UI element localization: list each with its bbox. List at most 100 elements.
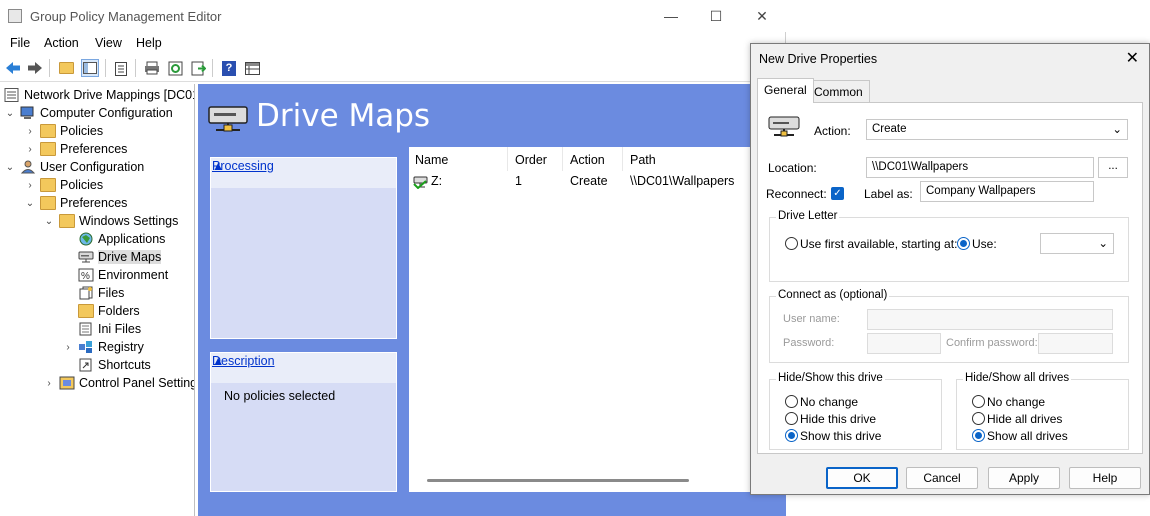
browse-button[interactable]: ... (1098, 157, 1128, 178)
tree-item-user-configuration[interactable]: ⌄ User Configuration (4, 158, 144, 176)
hide-show-this-title: Hide/Show this drive (776, 372, 885, 384)
user-icon (20, 160, 36, 174)
control-panel-icon (59, 376, 75, 390)
toolbar: ? (0, 54, 786, 82)
menu-view[interactable]: View (95, 36, 122, 50)
folder-icon (40, 124, 56, 138)
collapse-icon[interactable]: ▲ (212, 354, 393, 368)
menu-bar: File Action View Help (0, 32, 786, 54)
chevron-right-icon[interactable]: › (62, 342, 74, 353)
user-name-input[interactable] (867, 309, 1113, 330)
tree-root[interactable]: Network Drive Mappings [DC01 (4, 86, 194, 104)
tree-item-files[interactable]: Files (78, 284, 124, 302)
help-button[interactable]: Help (1069, 467, 1141, 489)
tree-item-shortcuts[interactable]: Shortcuts (78, 356, 151, 374)
tree-item-folders[interactable]: Folders (78, 302, 140, 320)
location-input[interactable]: \\DC01\Wallpapers (866, 157, 1094, 178)
label-as-input[interactable]: Company Wallpapers (920, 181, 1094, 202)
tree-item-control-panel-settings[interactable]: › Control Panel Setting (43, 374, 194, 392)
collapse-icon[interactable]: ▲ (212, 159, 393, 173)
minimize-button[interactable]: — (648, 0, 694, 32)
tree-item-user-policies[interactable]: › Policies (24, 176, 103, 194)
cell-order: 1 (515, 174, 522, 188)
tree-item-drive-maps[interactable]: Drive Maps (78, 248, 162, 266)
navigation-tree: Network Drive Mappings [DC01 ⌄ Computer … (0, 84, 195, 516)
menu-action[interactable]: Action (44, 36, 79, 50)
menu-help[interactable]: Help (136, 36, 162, 50)
column-header-name[interactable]: Name (415, 153, 448, 167)
cancel-button[interactable]: Cancel (906, 467, 978, 489)
hide-show-this-drive-group: Hide/Show this drive No change Hide this… (769, 372, 942, 450)
hide-all-drives-label: Hide all drives (987, 412, 1063, 426)
use-radio[interactable] (957, 237, 970, 250)
chevron-right-icon[interactable]: › (24, 144, 36, 155)
help-icon[interactable]: ? (220, 59, 238, 77)
location-label: Location: (768, 161, 817, 175)
tab-common[interactable]: Common (807, 80, 870, 102)
tree-item-computer-policies[interactable]: › Policies (24, 122, 103, 140)
tree-item-computer-configuration[interactable]: ⌄ Computer Configuration (4, 104, 173, 122)
up-folder-icon[interactable] (57, 59, 75, 77)
hide-this-drive-radio[interactable] (785, 412, 798, 425)
tree-item-windows-settings[interactable]: ⌄ Windows Settings (43, 212, 178, 230)
drive-letter-title: Drive Letter (776, 210, 840, 222)
view-icon[interactable] (243, 59, 261, 77)
tree-item-ini-files[interactable]: Ini Files (78, 320, 141, 338)
column-header-path[interactable]: Path (630, 153, 656, 167)
column-header-order[interactable]: Order (515, 153, 547, 167)
tree-item-computer-preferences[interactable]: › Preferences (24, 140, 127, 158)
action-label: Action: (814, 124, 851, 138)
drive-icon (78, 251, 94, 263)
refresh-icon[interactable] (166, 59, 184, 77)
show-hide-tree-icon[interactable] (81, 59, 99, 77)
hide-show-all-drives-group: Hide/Show all drives No change Hide all … (956, 372, 1129, 450)
drive-list: Name Order Action Path Z: 1 Create \\DC0… (409, 147, 755, 492)
dialog-close-icon[interactable]: ✕ (1126, 48, 1139, 68)
hide-all-drives-radio[interactable] (972, 412, 985, 425)
tab-general[interactable]: General (757, 78, 814, 103)
table-row[interactable]: Z: 1 Create \\DC01\Wallpapers (409, 172, 755, 192)
tree-item-registry[interactable]: › Registry (62, 338, 144, 356)
password-input[interactable] (867, 333, 941, 354)
close-button[interactable]: ✕ (739, 0, 785, 32)
use-label: Use: (972, 237, 997, 251)
password-label: Password: (783, 337, 835, 349)
chevron-down-icon[interactable]: ⌄ (24, 198, 36, 209)
files-icon (79, 286, 93, 300)
chevron-down-icon[interactable]: ⌄ (4, 108, 16, 119)
folder-icon (78, 304, 94, 318)
column-header-action[interactable]: Action (570, 153, 605, 167)
menu-file[interactable]: File (10, 36, 30, 50)
window-title: Group Policy Management Editor (30, 9, 222, 24)
confirm-password-input[interactable] (1038, 333, 1113, 354)
show-all-drives-radio[interactable] (972, 429, 985, 442)
chevron-down-icon[interactable]: ⌄ (4, 162, 16, 173)
chevron-right-icon[interactable]: › (24, 126, 36, 137)
hide-this-drive-label: Hide this drive (800, 412, 877, 426)
action-select[interactable]: Create ⌄ (866, 119, 1128, 140)
back-arrow-icon[interactable] (4, 59, 22, 77)
reconnect-checkbox[interactable]: ✓ (831, 187, 844, 200)
folder-icon (59, 214, 75, 228)
print-icon[interactable] (143, 59, 161, 77)
use-first-available-radio[interactable] (785, 237, 798, 250)
export-icon[interactable] (189, 59, 207, 77)
chevron-right-icon[interactable]: › (43, 378, 55, 389)
forward-arrow-icon[interactable] (26, 59, 44, 77)
no-change-all-radio[interactable] (972, 395, 985, 408)
show-this-drive-radio[interactable] (785, 429, 798, 442)
chevron-right-icon[interactable]: › (24, 180, 36, 191)
tree-item-user-preferences[interactable]: ⌄ Preferences (24, 194, 127, 212)
properties-icon[interactable] (112, 59, 130, 77)
ok-button[interactable]: OK (826, 467, 898, 489)
horizontal-scrollbar[interactable] (427, 479, 689, 482)
apply-button[interactable]: Apply (988, 467, 1060, 489)
drive-letter-select[interactable]: ⌄ (1040, 233, 1114, 254)
no-change-radio[interactable] (785, 395, 798, 408)
reconnect-label: Reconnect: (766, 187, 827, 201)
chevron-down-icon[interactable]: ⌄ (43, 216, 55, 227)
tree-item-environment[interactable]: % Environment (78, 266, 168, 284)
tree-item-applications[interactable]: Applications (78, 230, 165, 248)
maximize-button[interactable]: ☐ (693, 0, 739, 32)
hide-show-all-title: Hide/Show all drives (963, 372, 1072, 384)
